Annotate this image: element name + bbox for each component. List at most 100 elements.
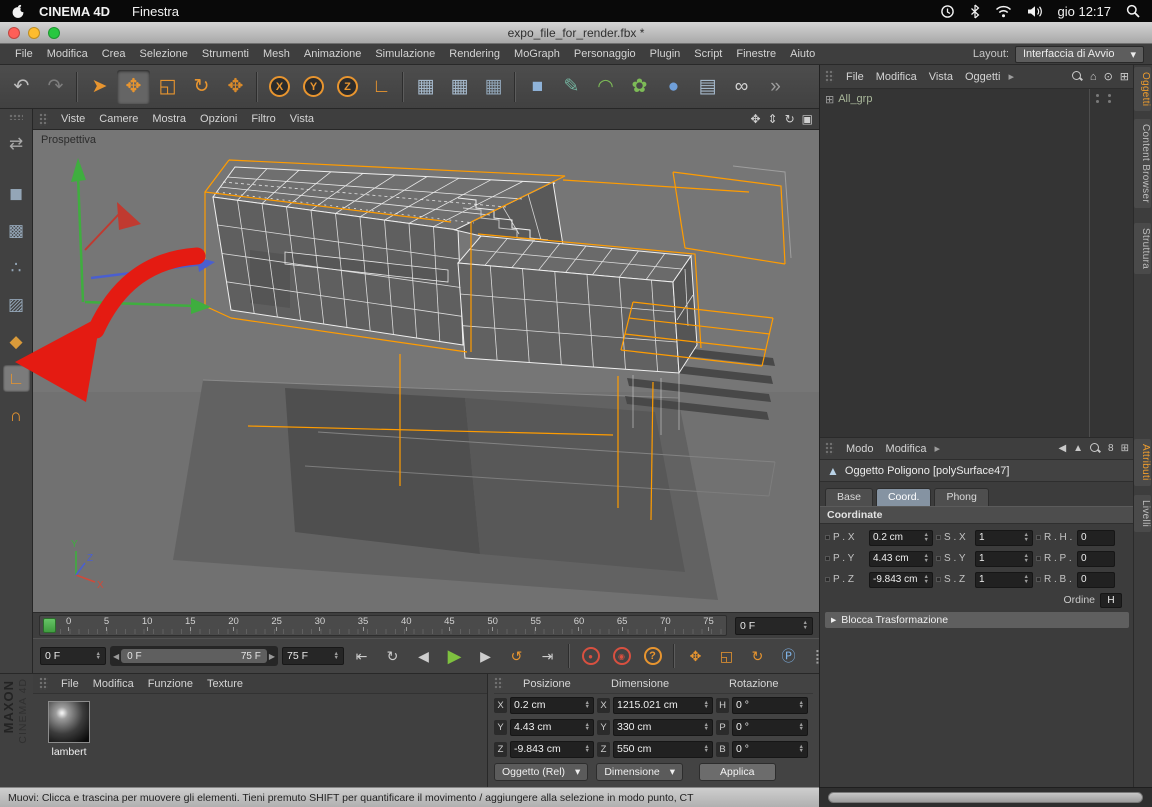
rotation-field[interactable]: 0 ° (732, 719, 808, 736)
object-icon[interactable]: ⊞ (825, 93, 834, 106)
lock-dot[interactable] (1036, 556, 1041, 561)
live-selection-icon[interactable]: ➤ (83, 70, 116, 104)
position-field[interactable]: 4.43 cm (510, 719, 594, 736)
stepper-icon[interactable] (799, 701, 804, 710)
menu-item[interactable]: Personaggio (567, 48, 643, 60)
stepper-icon[interactable] (96, 652, 101, 661)
history-icon[interactable]: 8 (1108, 443, 1114, 454)
x-axis-lock-icon[interactable]: X (263, 70, 296, 104)
transport-separator[interactable] (565, 644, 573, 668)
transport-separator[interactable] (670, 644, 678, 668)
last-tool-icon[interactable]: ✥ (219, 70, 252, 104)
stepper-icon[interactable] (704, 723, 709, 732)
current-frame-marker[interactable] (43, 618, 56, 633)
side-tab[interactable]: Content Browser (1134, 119, 1151, 208)
position-field[interactable]: -9.843 cm (510, 741, 594, 758)
lock-dot[interactable] (936, 535, 941, 540)
bluetooth-icon[interactable] (970, 4, 980, 19)
stepper-icon[interactable] (924, 533, 929, 542)
menu-item[interactable]: Aiuto (783, 48, 822, 60)
viewport-menu-item[interactable]: Viste (54, 113, 92, 125)
next-frame-icon[interactable]: ▶ (472, 643, 499, 669)
rotation-field[interactable]: 0 (1077, 551, 1115, 567)
lock-dot[interactable] (1036, 535, 1041, 540)
side-tab[interactable]: Attributi (1134, 439, 1151, 486)
object-tree-item[interactable]: ⊞ All_grp (820, 89, 1134, 109)
spotlight-icon[interactable] (1126, 4, 1140, 18)
more-tools-chevron-icon[interactable]: » (759, 70, 792, 104)
timeline-tick[interactable]: 50 (487, 617, 498, 631)
scale-field[interactable]: 1 (975, 572, 1033, 588)
position-field[interactable]: -9.843 cm (869, 572, 933, 588)
material-link-icon[interactable]: ∞ (725, 70, 758, 104)
side-tab[interactable]: Livelli (1134, 495, 1151, 532)
timeline-tick[interactable]: 5 (104, 617, 109, 631)
rotation-field[interactable]: 0 ° (732, 741, 808, 758)
material-item[interactable]: lambert (45, 701, 93, 758)
timeline-tick[interactable]: 60 (574, 617, 585, 631)
z-axis-lock-icon[interactable]: Z (331, 70, 364, 104)
menu-overflow-icon[interactable]: ▸ (1008, 70, 1014, 83)
menu-item[interactable]: Mesh (256, 48, 297, 60)
timeline-frame-field[interactable]: 0 F (735, 617, 813, 635)
material-preview-sphere[interactable] (48, 701, 90, 743)
viewport-menu-item[interactable]: Filtro (244, 113, 282, 125)
layout-dropdown[interactable]: Interfaccia di Avvio ▾ (1015, 46, 1144, 63)
horizontal-scrollbar[interactable] (828, 792, 1143, 803)
current-frame-field[interactable]: 0 F (40, 647, 106, 665)
stepper-icon[interactable] (799, 745, 804, 754)
object-manager[interactable]: ⊞ All_grp (820, 89, 1134, 437)
lock-dot[interactable] (825, 577, 830, 582)
attribute-menu-item[interactable]: Modo (840, 443, 880, 455)
panel-grip[interactable] (39, 677, 48, 690)
goto-end-icon[interactable]: ⇥ (534, 643, 561, 669)
attribute-tab[interactable]: Base (825, 488, 873, 506)
layer-dots[interactable] (1096, 94, 1111, 97)
mac-menu-finestra[interactable]: Finestra (132, 4, 179, 19)
menu-item[interactable]: Selezione (133, 48, 195, 60)
goto-start-icon[interactable]: ⇤ (348, 643, 375, 669)
lock-dot[interactable] (825, 535, 830, 540)
lock-dot[interactable] (1036, 577, 1041, 582)
toolbar-separator[interactable] (253, 72, 262, 102)
play-reverse-icon[interactable]: ↻ (379, 643, 406, 669)
panel-grip[interactable] (825, 442, 834, 455)
dimension-field[interactable]: 550 cm (613, 741, 713, 758)
lock-dot[interactable] (825, 556, 830, 561)
attribute-menu-item[interactable]: Modifica (880, 443, 933, 455)
model-mode-icon[interactable]: ◼ (3, 180, 30, 207)
volume-icon[interactable] (1027, 5, 1043, 18)
search-icon[interactable] (1072, 71, 1083, 82)
stepper-icon[interactable] (585, 723, 590, 732)
camera-label[interactable]: Prospettiva (41, 134, 96, 146)
panel-grip[interactable] (9, 114, 23, 120)
add-spline-icon[interactable]: ✎ (555, 70, 588, 104)
material-menu-item[interactable]: File (54, 678, 86, 690)
scale-field[interactable]: 1 (975, 551, 1033, 567)
keyframe-help-icon[interactable]: ? (639, 643, 666, 669)
toolbar-separator[interactable] (511, 72, 520, 102)
menu-item[interactable]: Crea (95, 48, 133, 60)
timeline-tick[interactable]: 20 (228, 617, 239, 631)
redo-icon[interactable]: ↷ (39, 70, 72, 104)
stepper-icon[interactable] (924, 575, 929, 584)
render-picture-viewer-icon[interactable]: ▦ (443, 70, 476, 104)
prev-object-icon[interactable]: ◀ (1058, 443, 1066, 454)
object-manager-menu-item[interactable]: File (840, 71, 870, 83)
simulation-icon[interactable]: ● (657, 70, 690, 104)
window-titlebar[interactable]: expo_file_for_render.fbx * (0, 22, 1152, 44)
stepper-icon[interactable] (585, 701, 590, 710)
menu-item[interactable]: Plugin (643, 48, 688, 60)
menu-item[interactable]: Animazione (297, 48, 368, 60)
mograph-icon[interactable]: ✿ (623, 70, 656, 104)
toggle-view-icon[interactable]: ▣ (802, 112, 813, 126)
timeline-ruler[interactable]: 0 5 10 15 (39, 615, 727, 636)
position-field[interactable]: 0.2 cm (510, 697, 594, 714)
object-manager-menu-item[interactable]: Vista (923, 71, 959, 83)
menu-item[interactable]: Finestre (729, 48, 783, 60)
end-frame-field[interactable]: 75 F (282, 647, 344, 665)
coordinate-mode-dropdown[interactable]: Oggetto (Rel) ▾ (494, 763, 588, 781)
menu-item[interactable]: File (8, 48, 40, 60)
viewport[interactable]: Prospettiva (33, 130, 819, 612)
key-rotation-icon[interactable]: ↻ (744, 643, 771, 669)
